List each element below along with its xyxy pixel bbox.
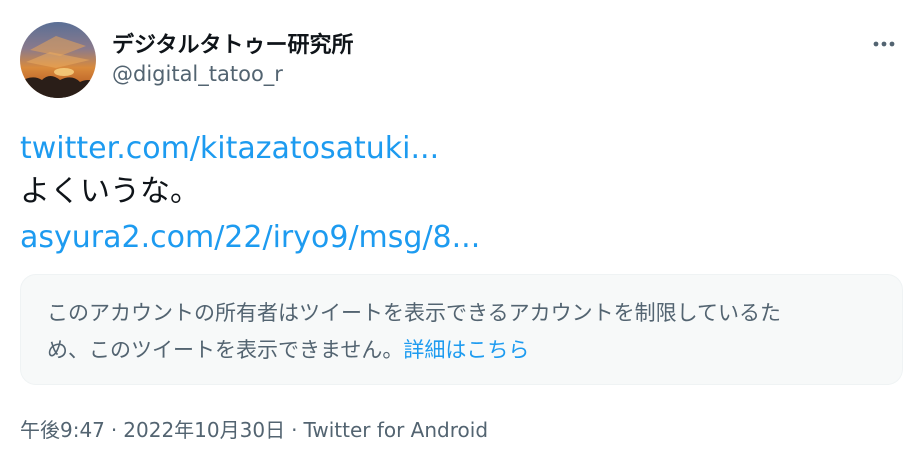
tweet-link-asyura[interactable]: asyura2.com/22/iryo9/msg/8... [20, 219, 480, 257]
tweet-time[interactable]: 午後9:47 [20, 418, 105, 442]
display-name[interactable]: デジタルタトゥー研究所 [112, 27, 354, 59]
restricted-notice: このアカウントの所有者はツイートを表示できるアカウントを制限しているた め、この… [20, 274, 903, 385]
tweet-text: よくいうな。 [20, 174, 200, 209]
avatar-sunset-photo-icon [20, 22, 96, 98]
notice-line-2-text: め、このツイートを表示できません。 [47, 338, 404, 362]
more-options-button[interactable] [866, 26, 902, 62]
tweet-source[interactable]: Twitter for Android [303, 418, 488, 442]
learn-more-link[interactable]: 詳細はこちら [403, 338, 529, 362]
more-options-icon [873, 41, 895, 47]
notice-line-1: このアカウントの所有者はツイートを表示できるアカウントを制限しているた [47, 301, 781, 325]
tweet-meta: 午後9:47 · 2022年10月30日 · Twitter for Android [20, 414, 488, 443]
notice-line-2: め、このツイートを表示できません。詳細はこちら [47, 332, 876, 369]
tweet-card: デジタルタトゥー研究所 @digital_tatoo_r twitter.com… [0, 0, 918, 455]
meta-separator-1: · [110, 418, 118, 442]
meta-separator-2: · [291, 418, 298, 442]
avatar[interactable] [20, 22, 96, 98]
tweet-date[interactable]: 2022年10月30日 [123, 418, 285, 442]
user-handle[interactable]: @digital_tatoo_r [112, 62, 283, 86]
tweet-link-twitter[interactable]: twitter.com/kitazatosatuki... [20, 130, 439, 168]
